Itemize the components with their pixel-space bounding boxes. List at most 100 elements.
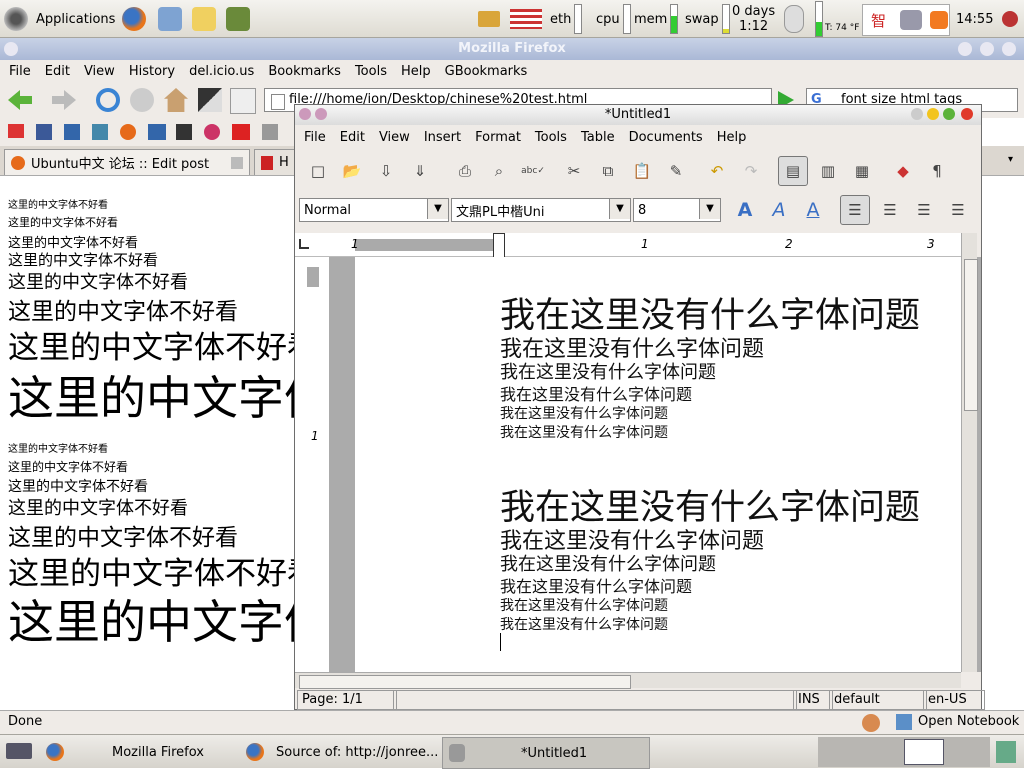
open-icon[interactable]: 📂 [338, 157, 366, 185]
align-left-icon[interactable]: ☰ [840, 195, 870, 225]
keyboard-layout[interactable] [510, 0, 542, 38]
pen-icon[interactable] [64, 124, 80, 140]
menu-help[interactable]: Help [394, 64, 438, 79]
insert-image-icon[interactable]: ◆ [889, 157, 917, 185]
menu-edit[interactable]: Edit [38, 64, 77, 79]
menu-view[interactable]: View [77, 64, 122, 79]
paste-icon[interactable]: 📋 [628, 157, 656, 185]
bb-icon[interactable] [232, 124, 250, 140]
clock[interactable]: 14:55 [956, 0, 993, 38]
redo-icon[interactable]: ↷ [737, 157, 765, 185]
italic-icon[interactable]: A [765, 196, 793, 224]
cut-icon[interactable]: ✂ [560, 157, 588, 185]
tab-h[interactable]: H [254, 149, 296, 175]
window-menu-icon[interactable] [4, 42, 18, 56]
open-notebook-link[interactable]: Open Notebook [918, 714, 1019, 729]
abi-menu-table[interactable]: Table [574, 130, 622, 145]
back-arrow-icon[interactable] [8, 90, 32, 110]
tab-stop-selector[interactable] [295, 233, 311, 257]
launcher-home[interactable] [158, 0, 182, 38]
page-layout-icon[interactable]: ▤ [778, 156, 808, 186]
workspace-switcher[interactable] [818, 737, 990, 767]
vertical-scrollbar[interactable] [961, 233, 978, 672]
align-center-icon[interactable]: ☰ [876, 196, 904, 224]
mem-monitor[interactable]: mem [634, 0, 679, 38]
menu-bookmarks[interactable]: Bookmarks [261, 64, 348, 79]
monkey-icon[interactable] [862, 714, 880, 732]
abi-close-icon[interactable] [961, 108, 973, 120]
menu-tools[interactable]: Tools [348, 64, 394, 79]
notebook-icon[interactable] [896, 714, 912, 730]
task-firefox[interactable]: Mozilla Firefox [40, 737, 242, 767]
horizontal-ruler[interactable]: 1 1 2 3 [311, 233, 961, 259]
mouse-applet[interactable] [784, 0, 804, 38]
tag-icon[interactable] [230, 88, 256, 114]
screenshot-icon[interactable] [198, 88, 222, 112]
ime-indicator[interactable]: 智 [871, 10, 886, 31]
gmail-icon[interactable] [8, 124, 24, 138]
indent-marker[interactable] [493, 233, 505, 259]
abi-maximize-icon[interactable] [943, 108, 955, 120]
abi-menu-tools[interactable]: Tools [528, 130, 574, 145]
task-abiword[interactable]: *Untitled1 [442, 737, 650, 769]
mail-applet[interactable] [478, 0, 500, 38]
launcher-folder[interactable] [192, 0, 216, 38]
home-icon[interactable] [164, 88, 188, 112]
swap-monitor[interactable]: swap [685, 0, 730, 38]
flickr-icon[interactable] [204, 124, 220, 140]
save-as-icon[interactable]: ⇓ [406, 157, 434, 185]
tab-list-icon[interactable]: ▾ [1008, 154, 1013, 165]
abi-menu-documents[interactable]: Documents [622, 130, 710, 145]
abi-menu-edit[interactable]: Edit [333, 130, 372, 145]
print-icon[interactable]: ⎙ [451, 157, 479, 185]
show-desktop-icon[interactable] [6, 743, 32, 759]
shutdown-button[interactable] [1002, 0, 1018, 38]
menu-gbookmarks[interactable]: GBookmarks [438, 64, 535, 79]
style-select[interactable]: Normal ▼ [299, 198, 449, 222]
ubuntu-icon[interactable] [120, 124, 136, 140]
launcher-firefox[interactable] [122, 0, 146, 38]
show-formatting-icon[interactable]: ¶ [923, 157, 951, 185]
size-select[interactable]: 8 ▼ [633, 198, 721, 222]
format-painter-icon[interactable]: ✎ [662, 157, 690, 185]
document-page[interactable]: 我在这里没有什么字体问题 我在这里没有什么字体问题 我在这里没有什么字体问题 我… [355, 257, 961, 672]
figure-icon[interactable] [176, 124, 192, 140]
menu-history[interactable]: History [122, 64, 182, 79]
abi-menu-help[interactable]: Help [710, 130, 754, 145]
horizontal-scrollbar[interactable] [295, 672, 961, 689]
abi-menu-icon[interactable] [299, 108, 311, 120]
underline-icon[interactable]: A [799, 196, 827, 224]
copy-icon[interactable]: ⧉ [594, 157, 622, 185]
font-select[interactable]: 文鼎PL中楷Uni ▼ [451, 198, 631, 222]
forward-arrow-icon[interactable] [52, 90, 76, 110]
trash-icon[interactable] [996, 741, 1016, 763]
save-icon[interactable]: ⇩ [372, 157, 400, 185]
people-icon[interactable] [148, 124, 166, 140]
reload-icon[interactable] [96, 88, 120, 112]
bold-icon[interactable]: A [731, 196, 759, 224]
vertical-ruler[interactable]: 1 2 [295, 257, 329, 687]
tab-close-icon[interactable] [231, 156, 243, 169]
tab-ubuntu[interactable]: Ubuntu中文 论坛 :: Edit post [4, 149, 250, 175]
minimize-icon[interactable] [958, 42, 972, 56]
bookmark-icon[interactable] [262, 124, 278, 140]
abi-menu-file[interactable]: File [295, 130, 333, 145]
task-source[interactable]: Source of: http://jonree... [240, 737, 446, 767]
undo-icon[interactable]: ↶ [703, 157, 731, 185]
cpu-monitor[interactable]: cpu [596, 0, 631, 38]
abi-menu-insert[interactable]: Insert [417, 130, 468, 145]
two-column-icon[interactable]: ▥ [814, 157, 842, 185]
justify-icon[interactable]: ☰ [944, 196, 972, 224]
facebook-icon[interactable] [36, 124, 52, 140]
launcher-book[interactable] [226, 0, 250, 38]
print-preview-icon[interactable]: ⌕ [485, 157, 513, 185]
network-icon[interactable] [900, 10, 923, 30]
menu-delicious[interactable]: del.icio.us [182, 64, 261, 79]
abi-sticky-icon[interactable] [911, 108, 923, 120]
stop-icon[interactable] [130, 88, 154, 112]
abi-menu-format[interactable]: Format [468, 130, 528, 145]
align-right-icon[interactable]: ☰ [910, 196, 938, 224]
applications-menu[interactable]: Applications [4, 0, 115, 38]
active-workspace[interactable] [904, 739, 944, 765]
three-column-icon[interactable]: ▦ [848, 157, 876, 185]
